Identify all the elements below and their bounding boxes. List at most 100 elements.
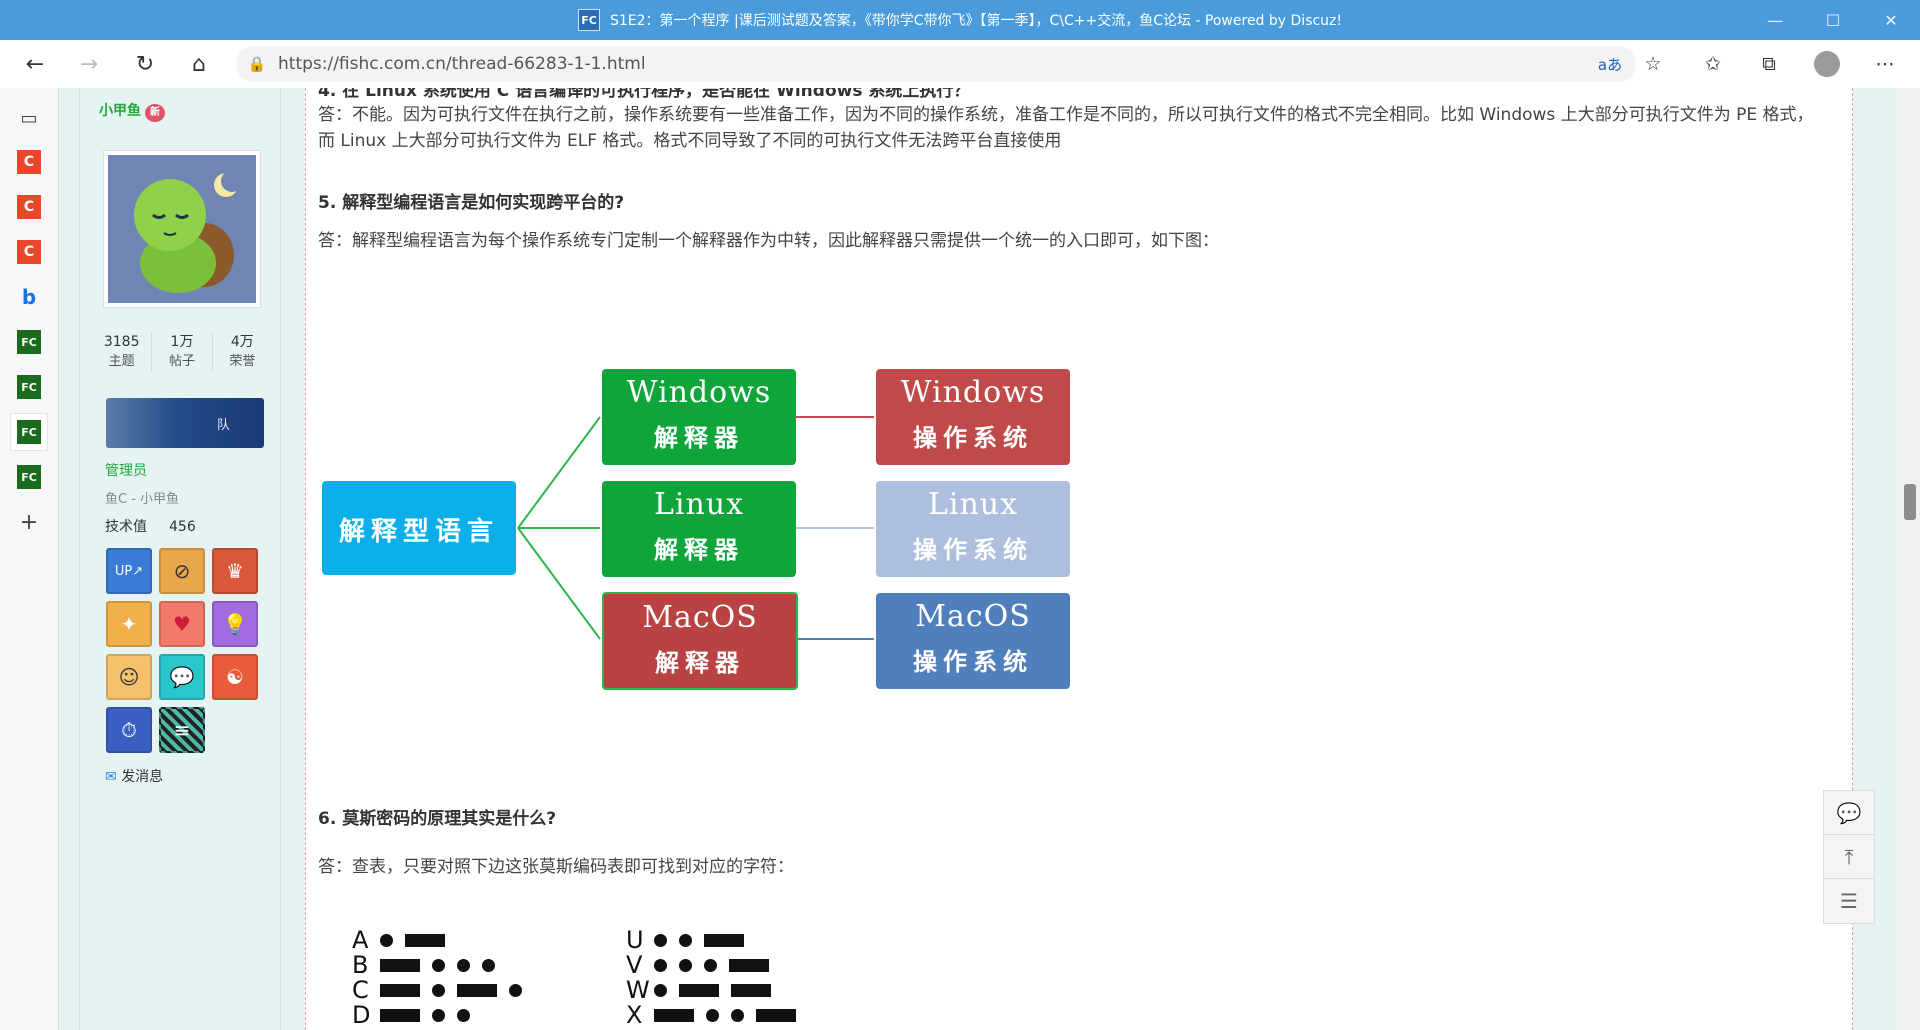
- url-text[interactable]: https://fishc.com.cn/thread-66283-1-1.ht…: [278, 54, 646, 74]
- medal-chat-icon[interactable]: 💬: [159, 654, 205, 700]
- morse-row: V: [626, 951, 781, 979]
- tab-fishc-icon[interactable]: FC: [17, 465, 41, 489]
- tab-bing-icon[interactable]: b: [17, 285, 41, 309]
- medal-grid: UP↗ ⊘ ♛ ✦ ♥ 💡 ☺ 💬 ☯ ⏱ ≡: [106, 548, 266, 753]
- morse-row: C: [352, 976, 534, 1004]
- user-role[interactable]: 管理员: [105, 460, 147, 480]
- box-title: Linux: [653, 487, 745, 522]
- medal-timer-icon[interactable]: ⏱: [106, 707, 152, 753]
- page-scrollbar[interactable]: [1900, 88, 1920, 1030]
- read-aloud-icon[interactable]: aあ: [1593, 48, 1627, 80]
- morse-dash: [380, 1008, 420, 1022]
- box-subtitle: 操作系统: [913, 423, 1033, 452]
- back-button[interactable]: ←: [18, 48, 52, 80]
- collections-icon[interactable]: ⧉: [1752, 48, 1786, 80]
- tab-c-icon[interactable]: C: [17, 195, 41, 219]
- morse-row: W: [626, 976, 783, 1004]
- add-favorite-icon[interactable]: ☆: [1636, 48, 1670, 80]
- tab-fishc-active-icon[interactable]: FC: [11, 414, 47, 450]
- send-message-link[interactable]: ✉ 发消息: [105, 766, 163, 786]
- box-title: Linux: [927, 487, 1019, 522]
- stat-label: 主题: [108, 354, 135, 369]
- close-button[interactable]: ✕: [1862, 0, 1920, 40]
- tab-c-icon[interactable]: C: [17, 240, 41, 264]
- vertical-tab-strip: ▭ C C C b FC FC FC FC +: [0, 88, 59, 1030]
- favorites-icon[interactable]: ✩: [1696, 48, 1730, 80]
- medal-bulb-icon[interactable]: 💡: [212, 601, 258, 647]
- medal-stripes-icon[interactable]: ≡: [159, 707, 205, 753]
- more-menu-button[interactable]: ⋯: [1868, 48, 1902, 80]
- lock-icon[interactable]: 🔒: [236, 55, 278, 73]
- connector-line: [517, 527, 601, 640]
- send-message-label[interactable]: 发消息: [121, 769, 163, 785]
- morse-dash: [380, 958, 420, 972]
- morse-dash: [457, 983, 497, 997]
- box-subtitle: 操作系统: [913, 647, 1033, 676]
- tab-fishc-icon[interactable]: FC: [17, 330, 41, 354]
- forward-button[interactable]: →: [72, 48, 106, 80]
- box-title: Windows: [900, 375, 1046, 410]
- author-name[interactable]: 小甲鱼新: [99, 100, 165, 122]
- back-to-top-icon[interactable]: ⤒: [1823, 834, 1875, 880]
- morse-dot: [432, 958, 445, 972]
- morse-dot: [509, 983, 522, 997]
- team-banner[interactable]: 队: [106, 398, 264, 448]
- question-6-heading: 6. 莫斯密码的原理其实是什么?: [318, 809, 557, 829]
- team-banner-text: 队: [216, 418, 230, 433]
- morse-dot: [706, 1008, 719, 1022]
- tab-c-icon[interactable]: C: [17, 150, 41, 174]
- medal-star-icon[interactable]: ✦: [106, 601, 152, 647]
- morse-dot: [457, 1008, 470, 1022]
- stat-label: 帖子: [168, 354, 195, 369]
- stat-honor[interactable]: 4万荣誉: [213, 332, 272, 372]
- os-macos-box: MacOS 操作系统: [876, 593, 1070, 689]
- tab-panel-toggle-icon[interactable]: ▭: [17, 106, 41, 130]
- turtle-avatar-image: [108, 155, 256, 303]
- browser-toolbar: ← → ↻ ⌂ 🔒 https://fishc.com.cn/thread-66…: [0, 40, 1920, 89]
- reply-chat-icon[interactable]: 💬: [1823, 790, 1875, 836]
- morse-dot: [654, 933, 667, 947]
- medal-up-icon[interactable]: UP↗: [106, 548, 152, 594]
- morse-letter: U: [626, 926, 644, 954]
- stat-posts[interactable]: 1万 帖子: [152, 332, 213, 372]
- window-title-bar: FC S1E2：第一个程序 |课后测试题及答案，《带你学C带你飞》【第一季】，C…: [0, 0, 1920, 40]
- answer-6-text: 答：查表，只要对照下边这张莫斯编码表即可找到对应的字符：: [318, 857, 794, 877]
- morse-row: X: [626, 1001, 808, 1029]
- turtle-illustration: [134, 170, 243, 293]
- medal-yinyang-icon[interactable]: ☯: [212, 654, 258, 700]
- tech-score: 技术值 456: [105, 516, 196, 536]
- box-title: MacOS: [915, 599, 1031, 634]
- morse-dash: [380, 983, 420, 997]
- morse-dash: [704, 933, 744, 947]
- box-subtitle: 解释器: [654, 535, 744, 564]
- author-name-text[interactable]: 小甲鱼: [99, 103, 141, 119]
- medal-crown-icon[interactable]: ♛: [212, 548, 258, 594]
- scrollbar-thumb[interactable]: [1904, 484, 1916, 520]
- medal-face-icon[interactable]: ☺: [106, 654, 152, 700]
- morse-dash: [405, 933, 445, 947]
- morse-letter: X: [626, 1001, 643, 1029]
- address-bar[interactable]: 🔒 https://fishc.com.cn/thread-66283-1-1.…: [236, 46, 1636, 82]
- profile-button[interactable]: [1810, 48, 1844, 80]
- medal-forbidden-icon[interactable]: ⊘: [159, 548, 205, 594]
- morse-dot: [654, 958, 667, 972]
- medal-heart-icon[interactable]: ♥: [159, 601, 205, 647]
- author-avatar[interactable]: [103, 150, 261, 308]
- stat-value: 4万: [230, 334, 254, 350]
- fishc-favicon-icon: FC: [577, 9, 600, 31]
- tab-fishc-icon[interactable]: FC: [17, 375, 41, 399]
- morse-dot: [482, 958, 495, 972]
- morse-dot: [457, 958, 470, 972]
- box-title: MacOS: [642, 600, 758, 635]
- maximize-button[interactable]: ☐: [1804, 0, 1862, 40]
- stat-label: 荣誉: [229, 354, 256, 369]
- new-tab-icon[interactable]: +: [17, 510, 41, 535]
- home-button[interactable]: ⌂: [182, 48, 216, 80]
- morse-dot: [704, 958, 717, 972]
- os-windows-box: Windows 操作系统: [876, 369, 1070, 465]
- refresh-button[interactable]: ↻: [128, 48, 162, 80]
- minimize-button[interactable]: —: [1746, 0, 1804, 40]
- return-list-icon[interactable]: ☰: [1823, 878, 1875, 924]
- connector-line: [517, 416, 601, 529]
- stat-threads[interactable]: 3185 主题: [92, 332, 153, 372]
